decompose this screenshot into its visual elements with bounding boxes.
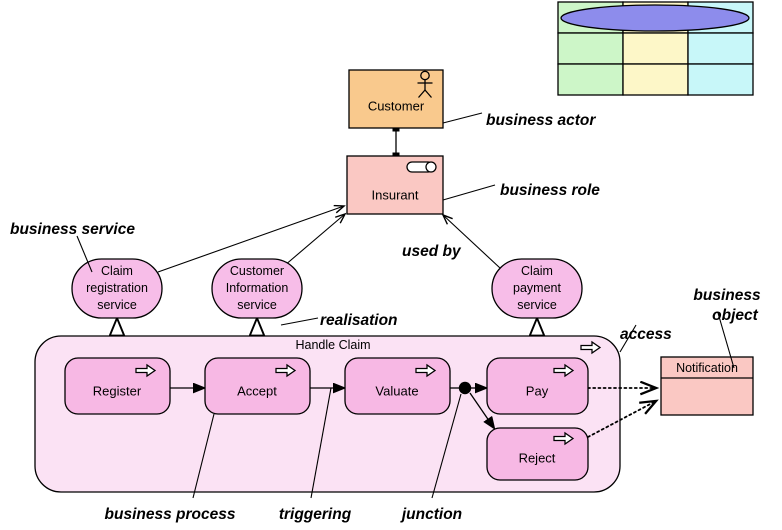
service-label-line2: Information <box>226 281 289 295</box>
legend-grid <box>557 1 754 96</box>
service-label-line2: payment <box>513 281 561 295</box>
annotation-access: access <box>620 326 672 343</box>
legend-cell-green-2 <box>557 32 624 65</box>
service-label-line1: Claim <box>521 264 553 278</box>
annotation-business-role: business role <box>500 182 600 199</box>
process-label: Register <box>93 383 142 398</box>
edge-used-by-group <box>157 206 501 273</box>
annotation-triggering: triggering <box>279 506 352 523</box>
annotation-realisation: realisation <box>320 312 398 329</box>
actor-label: Customer <box>368 98 425 113</box>
business-process-register[interactable]: Register <box>64 357 171 415</box>
service-label-line3: service <box>97 298 137 312</box>
business-service-claim-registration[interactable]: Claim registration service <box>71 258 163 319</box>
business-process-valuate[interactable]: Valuate <box>344 357 451 415</box>
legend-cell-cyan-2 <box>687 32 754 65</box>
role-label: Insurant <box>372 187 419 202</box>
object-label: Notification <box>676 361 738 375</box>
process-label: Reject <box>519 450 556 465</box>
edge-claim-payment-to-insurant <box>443 215 501 269</box>
leader-realisation <box>280 317 319 326</box>
leader-business-actor <box>442 112 483 124</box>
business-object-notification[interactable]: Notification <box>660 356 754 416</box>
annotation-used-by: used by <box>402 243 462 260</box>
diagram-canvas: Handle Claim Customer Insurant Claim reg… <box>10 1 761 523</box>
role-cylinder-icon <box>406 161 437 173</box>
annotation-business-actor: business actor <box>486 112 596 129</box>
business-role-insurant[interactable]: Insurant <box>346 155 444 215</box>
annotation-business-object-line2: object <box>712 307 758 324</box>
junction-node[interactable] <box>458 381 472 395</box>
legend-cell-green-3 <box>557 63 624 96</box>
annotation-business-service: business service <box>10 221 135 238</box>
service-label-line1: Customer <box>230 264 284 278</box>
legend-cell-cyan-3 <box>687 63 754 96</box>
leader-business-role <box>442 184 496 201</box>
service-label-line3: service <box>517 298 557 312</box>
business-service-customer-information[interactable]: Customer Information service <box>211 258 303 319</box>
legend-ellipse <box>560 4 750 32</box>
pool-label: Handle Claim <box>295 338 370 352</box>
process-label: Valuate <box>375 383 418 398</box>
process-label: Pay <box>526 383 549 398</box>
service-label-line3: service <box>237 298 277 312</box>
business-process-pay[interactable]: Pay <box>486 357 589 415</box>
service-label-line2: registration <box>86 281 148 295</box>
business-process-accept[interactable]: Accept <box>204 357 311 415</box>
annotation-junction: junction <box>400 506 462 523</box>
service-label-line1: Claim <box>101 264 133 278</box>
archimate-diagram: Handle Claim Customer Insurant Claim reg… <box>0 0 782 530</box>
edge-customer-information-to-insurant <box>283 214 345 267</box>
business-actor-customer[interactable]: Customer <box>348 69 444 129</box>
business-service-claim-payment[interactable]: Claim payment service <box>491 258 583 319</box>
annotation-business-object-line1: business <box>693 287 761 304</box>
legend-cell-yellow-3 <box>622 63 689 96</box>
annotation-business-process: business process <box>105 506 236 523</box>
process-label: Accept <box>237 383 277 398</box>
business-process-reject[interactable]: Reject <box>486 427 589 481</box>
legend-cell-yellow-2 <box>622 32 689 65</box>
